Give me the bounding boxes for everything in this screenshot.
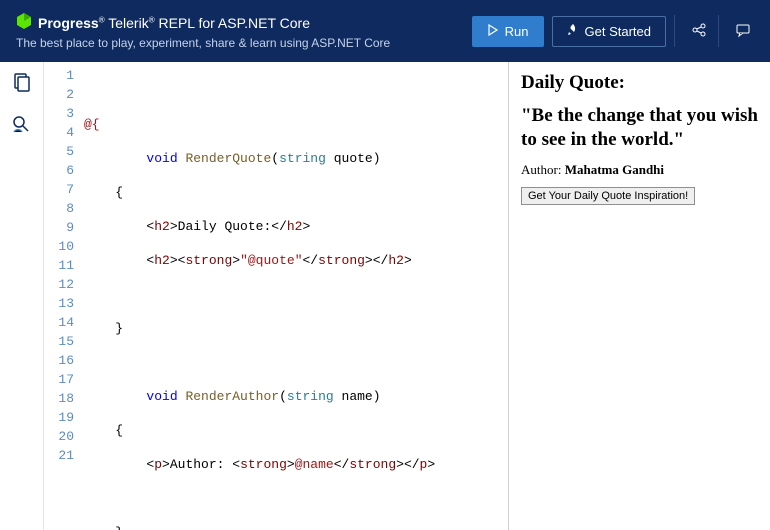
quote-text: "Be the change that you wish to see in t… — [521, 104, 758, 152]
main-area: 123456789101112131415161718192021 @{ voi… — [0, 62, 770, 530]
code-content: @{ void RenderQuote(string quote) { <h2>… — [84, 62, 508, 530]
get-quote-button[interactable]: Get Your Daily Quote Inspiration! — [521, 187, 695, 205]
assets-icon[interactable] — [11, 114, 33, 136]
line-gutter: 123456789101112131415161718192021 — [44, 62, 84, 530]
progress-logo-icon — [16, 13, 32, 34]
sidebar — [0, 62, 44, 530]
share-icon — [691, 22, 707, 41]
run-button[interactable]: Run — [472, 16, 544, 47]
play-icon — [487, 24, 499, 39]
brand: Progress® Telerik® REPL for ASP.NET Core — [16, 13, 390, 34]
feedback-button[interactable] — [718, 15, 754, 47]
output-panel: Daily Quote: "Be the change that you wis… — [508, 62, 770, 530]
share-button[interactable] — [674, 15, 710, 47]
get-started-button[interactable]: Get Started — [552, 16, 666, 47]
rocket-icon — [567, 24, 579, 39]
tagline: The best place to play, experiment, shar… — [16, 36, 390, 50]
daily-quote-heading: Daily Quote: — [521, 72, 758, 94]
author-line: Author: Mahatma Gandhi — [521, 162, 758, 178]
files-icon[interactable] — [11, 72, 33, 94]
feedback-icon — [735, 22, 751, 41]
brand-text: Progress® Telerik® REPL for ASP.NET Core — [38, 15, 310, 31]
app-header: Progress® Telerik® REPL for ASP.NET Core… — [0, 0, 770, 62]
code-editor[interactable]: 123456789101112131415161718192021 @{ voi… — [44, 62, 508, 530]
